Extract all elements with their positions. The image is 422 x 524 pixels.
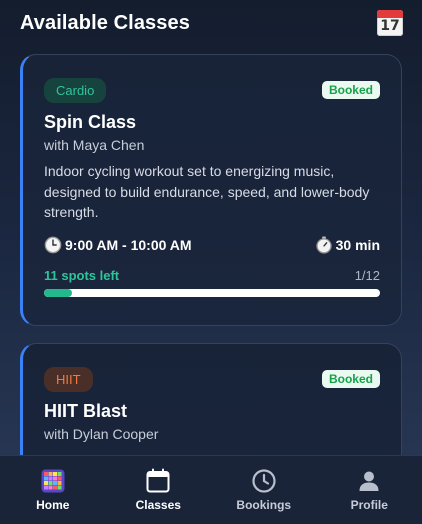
class-instructor: with Dylan Cooper	[44, 426, 159, 442]
class-type-badge: Cardio	[44, 77, 107, 103]
clock-icon	[251, 468, 277, 494]
class-duration: 30 min	[315, 236, 380, 254]
booked-status-badge: Booked	[321, 81, 380, 99]
tab-profile-label: Profile	[350, 498, 388, 512]
tab-bookings-label: Bookings	[236, 498, 292, 512]
tab-profile[interactable]: Profile	[317, 456, 422, 524]
class-name: Spin Class	[44, 112, 137, 132]
booked-status-badge: Booked	[321, 370, 380, 388]
class-time-text: 9:00 AM - 10:00 AM	[65, 237, 192, 253]
class-duration-text: 30 min	[335, 237, 380, 253]
capacity-progress-bar	[44, 289, 380, 297]
capacity-progress-fill	[44, 289, 72, 297]
page-header: Available Classes 17	[20, 8, 403, 38]
spots-left: 11 spots left	[44, 267, 120, 283]
class-type-badge: HIIT	[44, 366, 93, 392]
class-card-hiit[interactable]: HIIT Booked HIIT Blast with Dylan Cooper	[20, 343, 402, 455]
tab-bookings[interactable]: Bookings	[211, 456, 317, 524]
class-name: HIIT Blast	[44, 401, 128, 421]
person-icon	[356, 468, 382, 494]
tab-classes-label: Classes	[135, 498, 181, 512]
calendar-icon[interactable]: 17	[377, 10, 403, 36]
class-card-spin[interactable]: Cardio Booked Spin Class with Maya Chen …	[20, 54, 402, 326]
stopwatch-icon	[315, 236, 332, 254]
calendar-icon	[145, 468, 171, 494]
calendar-icon-day: 17	[380, 18, 400, 34]
class-instructor: with Maya Chen	[44, 137, 145, 153]
bottom-tab-bar: Home Classes Bookings Profile	[0, 455, 422, 524]
tab-classes[interactable]: Classes	[106, 456, 212, 524]
spots-count: 1/12	[354, 267, 380, 283]
tab-home-label: Home	[36, 498, 70, 512]
clock-icon	[44, 236, 62, 254]
class-list[interactable]: Cardio Booked Spin Class with Maya Chen …	[20, 54, 402, 455]
page-title: Available Classes	[20, 11, 190, 34]
tab-home[interactable]: Home	[0, 456, 106, 524]
home-grid-icon	[40, 468, 66, 494]
class-description: Indoor cycling workout set to energizing…	[44, 163, 370, 220]
class-time: 9:00 AM - 10:00 AM	[44, 236, 192, 254]
